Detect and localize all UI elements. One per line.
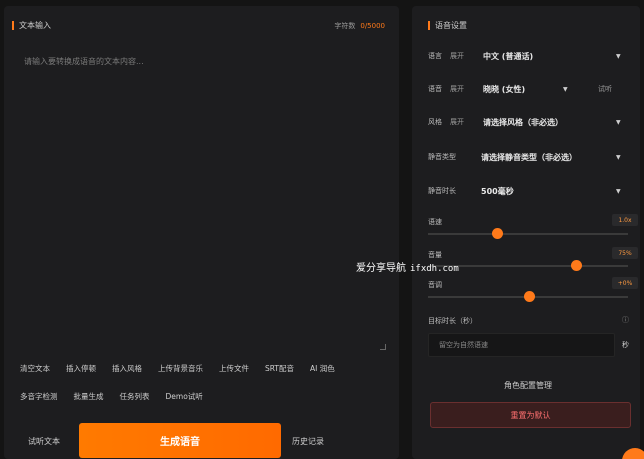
style-label: 风格 xyxy=(428,118,442,126)
language-dropdown-icon[interactable]: ▼ xyxy=(616,53,621,60)
bottom-action-bar: 试听文本 生成语音 历史记录 xyxy=(4,418,399,459)
toolbar-row-2: 多音字检测 批量生成 任务列表 Demo试听 xyxy=(20,391,219,402)
silence-type-row: 静音类型 请选择静音类型（非必选） ▼ xyxy=(428,148,628,166)
task-list-button[interactable]: 任务列表 xyxy=(120,391,150,402)
voice-expand[interactable]: 展开 xyxy=(450,84,464,94)
speed-slider-thumb[interactable] xyxy=(492,228,503,239)
toolbar-row-1: 清空文本 插入停顿 插入风格 上传背景音乐 上传文件 SRT配音 AI 润色 xyxy=(20,363,351,374)
style-select[interactable]: 请选择风格（非必选） xyxy=(483,117,563,128)
volume-slider-thumb[interactable] xyxy=(571,260,582,271)
voice-label: 语音 xyxy=(428,85,442,93)
target-duration-input[interactable] xyxy=(428,333,615,357)
upload-file-button[interactable]: 上传文件 xyxy=(219,363,249,374)
insert-style-button[interactable]: 插入风格 xyxy=(112,363,142,374)
demo-listen-button[interactable]: Demo试听 xyxy=(166,391,203,402)
language-label: 语言 xyxy=(428,52,442,60)
text-input-title: 文本输入 xyxy=(12,20,51,31)
silence-duration-row: 静音时长 500毫秒 ▼ xyxy=(428,182,628,200)
history-button[interactable]: 历史记录 xyxy=(292,436,324,447)
language-select[interactable]: 中文 (普通话) xyxy=(483,51,533,62)
voice-dropdown-icon[interactable]: ▼ xyxy=(563,86,568,93)
pitch-row: 音调 +0% xyxy=(428,277,638,290)
char-count: 字符数 0/5000 xyxy=(334,22,385,30)
text-input-area[interactable] xyxy=(16,50,388,352)
language-expand[interactable]: 展开 xyxy=(450,51,464,61)
silence-duration-label: 静音时长 xyxy=(428,187,456,195)
speed-row: 语速 1.0x xyxy=(428,214,638,227)
style-expand[interactable]: 展开 xyxy=(450,117,464,127)
ai-polish-button[interactable]: AI 润色 xyxy=(310,363,335,374)
watermark: 爱分享导航 ifxdh.com xyxy=(356,263,459,274)
volume-value: 75% xyxy=(612,247,638,259)
style-dropdown-icon[interactable]: ▼ xyxy=(616,119,621,126)
pitch-value: +0% xyxy=(612,277,638,289)
voice-settings-panel: 语音设置 语言 展开 中文 (普通话) ▼ 语音 展开 晓晓 (女性) ▼ 试听… xyxy=(412,6,640,459)
voice-preview-button[interactable]: 试听 xyxy=(598,84,612,94)
voice-settings-title: 语音设置 xyxy=(428,20,467,31)
silence-type-dropdown-icon[interactable]: ▼ xyxy=(616,154,621,161)
batch-generate-button[interactable]: 批量生成 xyxy=(74,391,104,402)
text-input-panel: 文本输入 字符数0/5000 清空文本 插入停顿 插入风格 上传背景音乐 上传文… xyxy=(4,6,399,459)
info-icon[interactable]: ⓘ xyxy=(622,315,629,325)
voice-row: 语音 展开 晓晓 (女性) ▼ 试听 xyxy=(428,80,628,98)
title-accent-bar xyxy=(428,21,430,30)
target-duration-unit: 秒 xyxy=(622,341,629,349)
role-config-button[interactable]: 角色配置管理 xyxy=(504,380,552,391)
voice-select[interactable]: 晓晓 (女性) xyxy=(483,84,525,95)
listen-text-button[interactable]: 试听文本 xyxy=(28,436,60,447)
silence-type-label: 静音类型 xyxy=(428,153,456,161)
silence-duration-dropdown-icon[interactable]: ▼ xyxy=(616,188,621,195)
insert-pause-button[interactable]: 插入停顿 xyxy=(66,363,96,374)
generate-speech-button[interactable]: 生成语音 xyxy=(79,423,281,458)
target-duration-label: 目标时长（秒） xyxy=(428,317,477,325)
char-count-value: 0/5000 xyxy=(360,22,385,30)
volume-label: 音量 xyxy=(428,251,442,259)
pitch-slider-thumb[interactable] xyxy=(524,291,535,302)
speed-label: 语速 xyxy=(428,218,442,226)
silence-type-select[interactable]: 请选择静音类型（非必选） xyxy=(481,152,577,163)
language-row: 语言 展开 中文 (普通话) ▼ xyxy=(428,47,628,65)
polyphone-check-button[interactable]: 多音字检测 xyxy=(20,391,58,402)
srt-dub-button[interactable]: SRT配音 xyxy=(265,363,294,374)
speed-value: 1.0x xyxy=(612,214,638,226)
reset-default-button[interactable]: 重置为默认 xyxy=(430,402,631,428)
style-row: 风格 展开 请选择风格（非必选） ▼ xyxy=(428,113,628,131)
speed-slider-track[interactable] xyxy=(428,233,628,235)
pitch-label: 音调 xyxy=(428,281,442,289)
silence-duration-select[interactable]: 500毫秒 xyxy=(481,186,514,197)
clear-text-button[interactable]: 清空文本 xyxy=(20,363,50,374)
resize-handle-icon[interactable] xyxy=(380,344,386,350)
upload-bgm-button[interactable]: 上传背景音乐 xyxy=(158,363,203,374)
title-accent-bar xyxy=(12,21,14,30)
